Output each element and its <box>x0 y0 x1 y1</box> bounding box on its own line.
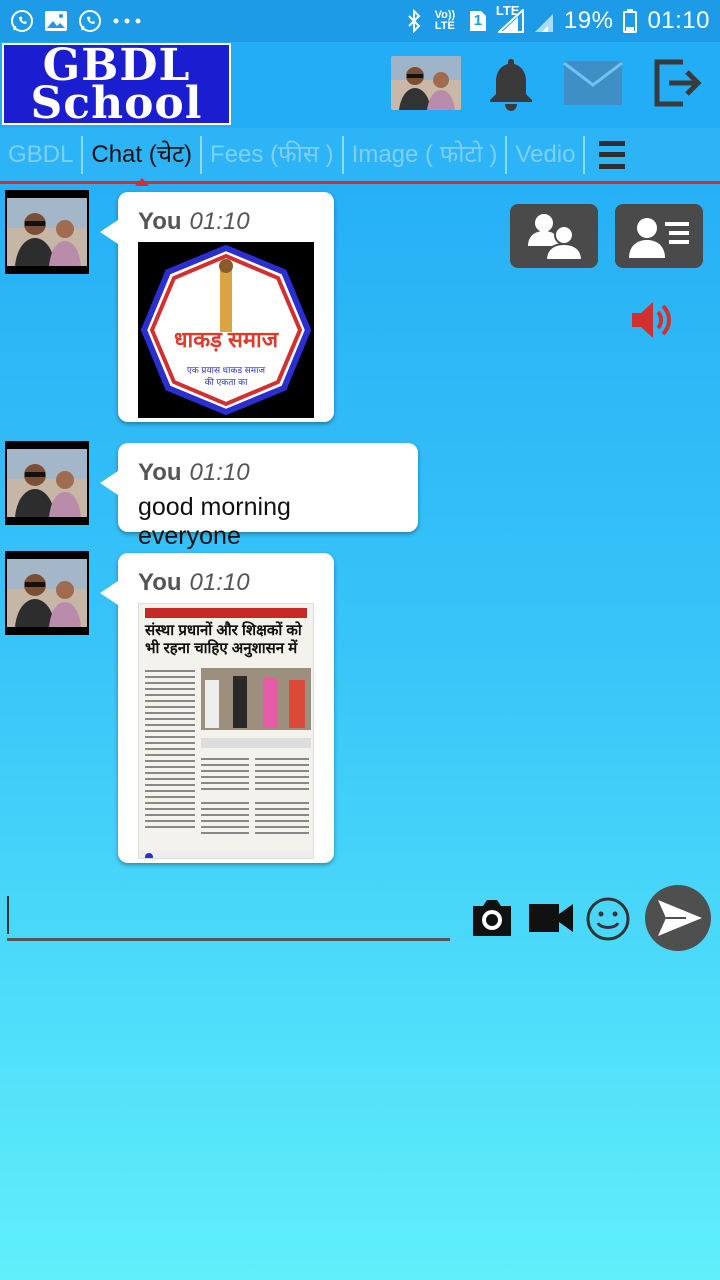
message-input[interactable] <box>7 938 450 941</box>
tab-vedio[interactable]: Vedio <box>507 135 586 174</box>
clock: 01:10 <box>647 7 710 34</box>
sender-avatar <box>5 551 89 635</box>
image-caption: एक प्रयास धाकड समाज की एकता का <box>186 365 266 387</box>
mail-icon[interactable] <box>562 60 624 106</box>
gallery-icon <box>44 10 68 32</box>
profile-avatar[interactable] <box>391 56 461 110</box>
camera-icon[interactable] <box>468 896 516 940</box>
more-notifications-icon <box>112 17 142 25</box>
video-icon[interactable] <box>528 900 574 936</box>
sender-avatar <box>5 441 89 525</box>
battery-percent: 19% <box>563 7 614 34</box>
battery-icon <box>623 9 638 33</box>
tab-image[interactable]: Image ( फोटो ) <box>344 135 508 174</box>
message-bubble[interactable]: You 01:10 संस्था प्रधानों और शिक्षकों को … <box>100 553 334 863</box>
whatsapp-icon <box>10 9 34 33</box>
signal-icon: LTE <box>496 3 524 33</box>
signal-icon-2 <box>534 9 554 33</box>
emoji-icon[interactable] <box>585 896 631 942</box>
tab-bar: GBDL Chat (चेट) Fees (फीस ) Image ( फोटो… <box>0 128 720 186</box>
tab-fees[interactable]: Fees (फीस ) <box>202 135 344 174</box>
message-time: 01:10 <box>189 569 250 596</box>
message-sender: You <box>138 569 182 596</box>
message-sender: You <box>138 459 182 486</box>
school-logo[interactable]: GBDL School <box>2 43 231 126</box>
message-image[interactable]: संस्था प्रधानों और शिक्षकों को भी रहना च… <box>138 603 314 859</box>
status-bar: Vo)) LTE 1 LTE 19% 01:10 <box>0 0 720 42</box>
bell-icon[interactable] <box>486 56 536 112</box>
volte-indicator: Vo)) LTE <box>434 9 456 32</box>
message-time: 01:10 <box>189 459 250 486</box>
message-image[interactable]: धाकड़ समाज एक प्रयास धाकड समाज की एकता क… <box>138 242 314 418</box>
whatsapp-icon <box>78 9 102 33</box>
message-time: 01:10 <box>189 208 250 235</box>
tab-gbdl[interactable]: GBDL <box>8 135 84 174</box>
send-button[interactable] <box>644 884 712 952</box>
group-contacts-button[interactable] <box>510 204 598 268</box>
bluetooth-icon <box>406 9 422 33</box>
menu-icon[interactable] <box>599 140 626 169</box>
speaker-icon[interactable] <box>630 300 676 340</box>
message-bubble[interactable]: You 01:10 धाकड़ समाज एक प्रयास धाकड समाज … <box>100 192 334 422</box>
message-bubble[interactable]: You 01:10 good morning everyone <box>100 443 418 550</box>
message-text: good morning everyone <box>138 493 291 550</box>
text-cursor <box>7 896 9 934</box>
contact-card-button[interactable] <box>615 204 703 268</box>
image-heading: धाकड़ समाज <box>173 327 279 352</box>
tab-chat[interactable]: Chat (चेट) <box>83 135 203 186</box>
sim-icon: 1 <box>468 9 488 33</box>
newspaper-headline: संस्था प्रधानों और शिक्षकों को भी रहना च… <box>145 622 302 657</box>
app-header: GBDL School <box>0 42 720 128</box>
sender-avatar <box>5 190 89 274</box>
logout-icon[interactable] <box>652 58 704 108</box>
message-sender: You <box>138 208 182 235</box>
